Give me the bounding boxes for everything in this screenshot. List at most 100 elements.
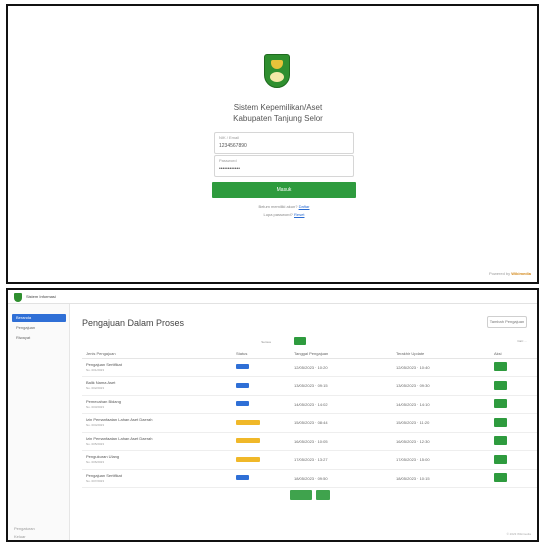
cell-date: 18/05/2023 · 09:50 bbox=[294, 469, 396, 488]
sidebar: Beranda Pengajuan Riwayat Pengaturan Kel… bbox=[8, 304, 70, 540]
cell-action bbox=[494, 376, 537, 396]
dashboard-panel: Sistem Informasi Beranda Pengajuan Riway… bbox=[6, 288, 539, 542]
cell-date: 14/05/2023 · 14:02 bbox=[294, 395, 396, 414]
sidebar-item-settings[interactable]: Pengaturan bbox=[14, 526, 35, 531]
cell-type: Pemecahan Bidang No. 003/2023 bbox=[82, 395, 236, 414]
search-box[interactable]: Cari: ... bbox=[517, 339, 527, 343]
reset-note: Lupa password? Reset bbox=[204, 212, 364, 217]
row-subtitle: No. 006/2023 bbox=[86, 460, 105, 465]
status-badge bbox=[236, 382, 249, 388]
table-row: Pemecahan Bidang No. 003/2023 14/05/2023 ·… bbox=[82, 395, 537, 414]
detail-button[interactable] bbox=[494, 362, 507, 372]
status-badge bbox=[236, 456, 260, 462]
header-logo-icon bbox=[14, 293, 22, 302]
table-row: Pengukuran Ulang No. 006/2023 17/05/2023 ·… bbox=[82, 450, 537, 470]
col-header-updated[interactable]: Terakhir Update bbox=[396, 350, 494, 359]
register-link[interactable]: Daftar bbox=[299, 204, 310, 209]
app-title: Sistem Kepemilikan/Aset Kabupaten Tanjun… bbox=[158, 102, 398, 124]
logo bbox=[264, 54, 290, 92]
powered-by: Powered by Wikimedia bbox=[489, 271, 531, 276]
cell-updated: 12/05/2023 · 10:40 bbox=[396, 358, 494, 377]
cell-updated: 17/05/2023 · 15:00 bbox=[396, 450, 494, 470]
pagination-page-button[interactable] bbox=[316, 490, 330, 500]
col-header-status[interactable]: Status bbox=[236, 350, 294, 359]
powered-brand: Wikimedia bbox=[511, 271, 531, 276]
reset-link[interactable]: Reset bbox=[294, 212, 304, 217]
detail-button[interactable] bbox=[494, 436, 507, 446]
register-note: Belum memiliki akun? Daftar bbox=[204, 204, 364, 209]
cell-status bbox=[236, 413, 294, 433]
username-field[interactable]: NIK / Email 1234567890 bbox=[214, 132, 354, 154]
col-header-type[interactable]: Jenis Pengajuan bbox=[82, 350, 236, 359]
row-subtitle: No. 004/2023 bbox=[86, 423, 105, 428]
status-badge bbox=[236, 438, 260, 444]
cell-type: Izin Pemanfaatan Lahan Aset Daerah No. 00… bbox=[82, 432, 236, 451]
header-title: Sistem Informasi bbox=[26, 294, 56, 299]
cell-date: 16/05/2023 · 10:05 bbox=[294, 432, 396, 451]
cell-updated: 18/05/2023 · 10:15 bbox=[396, 469, 494, 488]
table-row: Izin Pemanfaatan Lahan Aset Daerah No. 00… bbox=[82, 413, 537, 433]
cell-updated: 15/05/2023 · 11:20 bbox=[396, 413, 494, 433]
cell-action bbox=[494, 413, 537, 433]
cell-type: Izin Pemanfaatan Lahan Aset Daerah No. 00… bbox=[82, 413, 236, 433]
detail-button[interactable] bbox=[494, 399, 507, 409]
detail-button[interactable] bbox=[494, 454, 507, 464]
cell-status bbox=[236, 432, 294, 451]
login-button[interactable]: Masuk bbox=[212, 182, 356, 198]
table-row: Pengajuan Sertifikat No. 007/2023 18/05/20… bbox=[82, 469, 537, 488]
table-body: Pengajuan Sertifikat No. 001/2023 12/05/20… bbox=[82, 358, 537, 488]
cell-date: 12/05/2023 · 10:20 bbox=[294, 358, 396, 377]
reset-text: Lupa password? bbox=[263, 212, 293, 217]
cell-type: Pengajuan Sertifikat No. 001/2023 bbox=[82, 358, 236, 377]
cell-date: 13/05/2023 · 09:15 bbox=[294, 376, 396, 396]
pagination-prev-button[interactable] bbox=[290, 490, 312, 500]
cell-date: 17/05/2023 · 13:27 bbox=[294, 450, 396, 470]
cell-action bbox=[494, 395, 537, 414]
cell-action bbox=[494, 469, 537, 488]
col-header-date[interactable]: Tanggal Pengajuan bbox=[294, 350, 396, 359]
submissions-table: Jenis Pengajuan Status Tanggal Pengajuan… bbox=[82, 350, 537, 488]
sidebar-item-submissions[interactable]: Pengajuan bbox=[12, 324, 66, 332]
detail-button[interactable] bbox=[494, 417, 507, 427]
status-filter-select[interactable]: Semua bbox=[256, 339, 276, 346]
status-badge bbox=[236, 475, 249, 481]
top-bar: Sistem Informasi bbox=[8, 290, 537, 304]
powered-text: Powered by bbox=[489, 271, 511, 276]
sidebar-item-home[interactable]: Beranda bbox=[12, 314, 66, 322]
table-row: Pengajuan Sertifikat No. 001/2023 12/05/20… bbox=[82, 358, 537, 377]
cell-type: Pengajuan Sertifikat No. 007/2023 bbox=[82, 469, 236, 488]
detail-button[interactable] bbox=[494, 473, 507, 483]
sidebar-item-history[interactable]: Riwayat bbox=[12, 334, 66, 342]
cell-status bbox=[236, 376, 294, 396]
cell-status bbox=[236, 395, 294, 414]
row-subtitle: No. 001/2023 bbox=[86, 367, 105, 372]
password-field[interactable]: Password •••••••••••• bbox=[214, 155, 354, 177]
table-header-row: Jenis Pengajuan Status Tanggal Pengajuan… bbox=[82, 350, 537, 359]
row-subtitle: No. 007/2023 bbox=[86, 478, 105, 483]
add-submission-button[interactable]: Tambah Pengajuan bbox=[487, 316, 527, 328]
table-row: Izin Pemanfaatan Lahan Aset Daerah No. 00… bbox=[82, 432, 537, 451]
app-title-line2: Kabupaten Tanjung Selor bbox=[233, 114, 323, 123]
row-subtitle: No. 002/2023 bbox=[86, 386, 105, 391]
col-header-action: Aksi bbox=[494, 350, 537, 359]
cell-action bbox=[494, 358, 537, 377]
login-panel: Sistem Kepemilikan/Aset Kabupaten Tanjun… bbox=[6, 4, 539, 284]
cell-updated: 13/05/2023 · 09:30 bbox=[396, 376, 494, 396]
cell-type: Pengukuran Ulang No. 006/2023 bbox=[82, 450, 236, 470]
app-title-line1: Sistem Kepemilikan/Aset bbox=[233, 103, 323, 112]
filter-button[interactable] bbox=[294, 337, 306, 345]
cell-status bbox=[236, 469, 294, 488]
cell-updated: 14/05/2023 · 14:10 bbox=[396, 395, 494, 414]
status-badge bbox=[236, 419, 260, 425]
detail-button[interactable] bbox=[494, 380, 507, 390]
password-label: Password bbox=[219, 158, 237, 163]
status-badge bbox=[236, 401, 249, 407]
cell-date: 15/05/2023 · 08:44 bbox=[294, 413, 396, 433]
table-row: Balik Nama Aset No. 002/2023 13/05/2023 · … bbox=[82, 376, 537, 396]
password-value: •••••••••••• bbox=[219, 166, 241, 172]
cell-action bbox=[494, 450, 537, 470]
username-value: 1234567890 bbox=[219, 143, 247, 149]
sidebar-item-logout[interactable]: Keluar bbox=[14, 534, 26, 539]
footer: © 2023 Wikimedia bbox=[506, 532, 531, 536]
cell-status bbox=[236, 358, 294, 377]
